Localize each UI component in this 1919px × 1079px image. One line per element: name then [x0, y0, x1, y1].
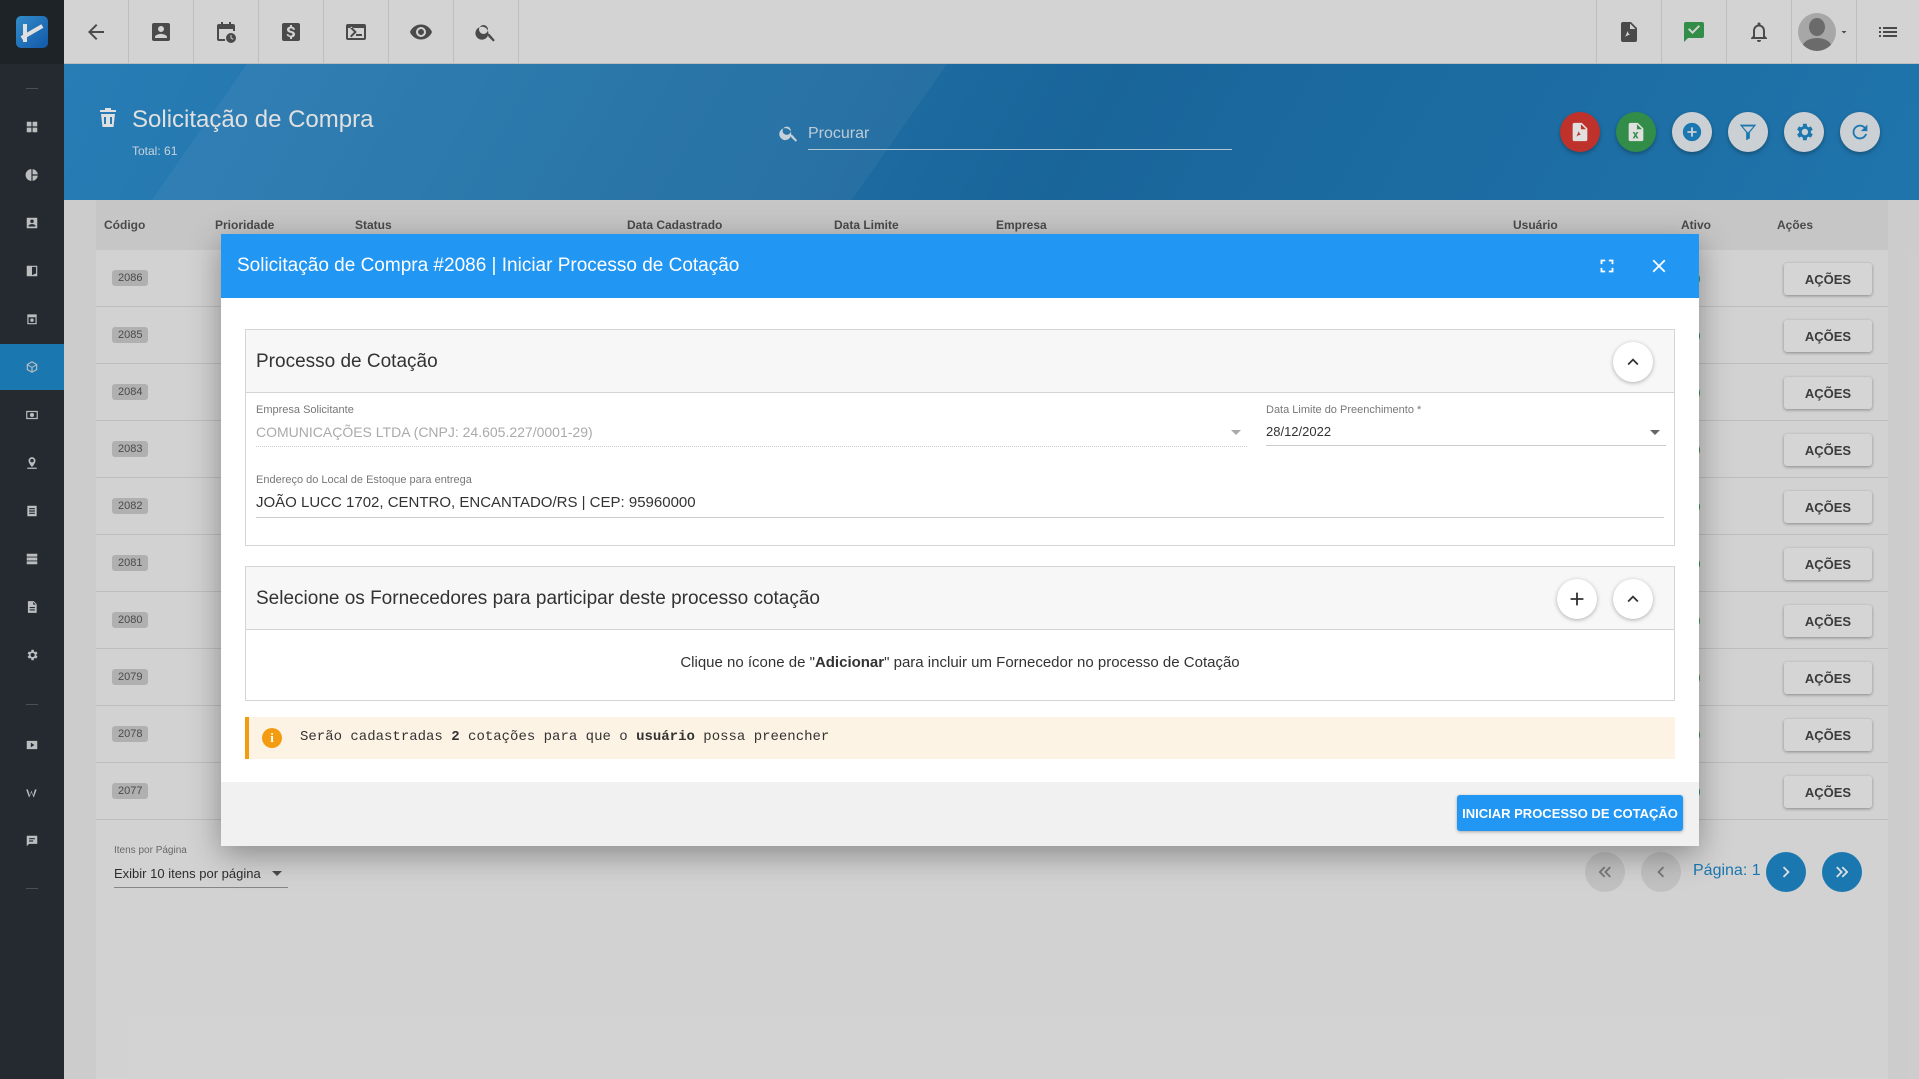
fullscreen-icon [1600, 259, 1614, 273]
company-label: Empresa Solicitante [256, 404, 354, 416]
close-button[interactable] [1643, 250, 1675, 282]
section-title: Processo de Cotação [256, 351, 438, 372]
collapse-button[interactable] [1613, 579, 1653, 619]
info-alert: i Serão cadastradas 2 cotações para que … [245, 717, 1675, 759]
caret-down-icon [1650, 430, 1660, 435]
section-header: Processo de Cotação [246, 330, 1674, 393]
modal-footer: INICIAR PROCESSO DE COTAÇÃO [221, 782, 1699, 846]
fullscreen-button[interactable] [1591, 250, 1623, 282]
quotation-modal: Solicitação de Compra #2086 | Iniciar Pr… [221, 234, 1699, 846]
deadline-label: Data Limite do Preenchimento * [1266, 404, 1422, 416]
address-field[interactable]: JOÃO LUCC 1702, CENTRO, ENCANTADO/RS | C… [256, 494, 1664, 518]
section-header: Selecione os Fornecedores para participa… [246, 567, 1674, 630]
deadline-select[interactable]: 28/12/2022 [1266, 424, 1666, 446]
alert-message: Serão cadastradas 2 cotações para que o … [300, 729, 830, 745]
deadline-value: 28/12/2022 [1266, 424, 1332, 439]
plus-icon [1570, 592, 1584, 606]
empty-suppliers-message: Clique no ícone de "Adicionar" para incl… [680, 654, 1240, 671]
modal-header: Solicitação de Compra #2086 | Iniciar Pr… [221, 234, 1699, 298]
add-supplier-button[interactable] [1557, 579, 1597, 619]
company-select: COMUNICAÇÕES LTDA (CNPJ: 24.605.227/0001… [256, 424, 1247, 447]
caret-down-icon [1231, 430, 1241, 435]
info-icon: i [262, 728, 282, 748]
close-icon [1652, 259, 1666, 273]
quotation-process-section: Processo de Cotação Empresa Solicitante … [245, 329, 1675, 546]
chevron-up-icon [1627, 358, 1639, 366]
modal-title: Solicitação de Compra #2086 | Iniciar Pr… [237, 255, 740, 276]
address-value: JOÃO LUCC 1702, CENTRO, ENCANTADO/RS | C… [256, 494, 696, 511]
start-quotation-button[interactable]: INICIAR PROCESSO DE COTAÇÃO [1457, 795, 1683, 831]
chevron-up-icon [1627, 595, 1639, 603]
company-value: COMUNICAÇÕES LTDA (CNPJ: 24.605.227/0001… [256, 424, 593, 440]
collapse-button[interactable] [1613, 342, 1653, 382]
section-title: Selecione os Fornecedores para participa… [256, 588, 820, 609]
suppliers-section: Selecione os Fornecedores para participa… [245, 566, 1675, 701]
address-label: Endereço do Local de Estoque para entreg… [256, 474, 472, 486]
